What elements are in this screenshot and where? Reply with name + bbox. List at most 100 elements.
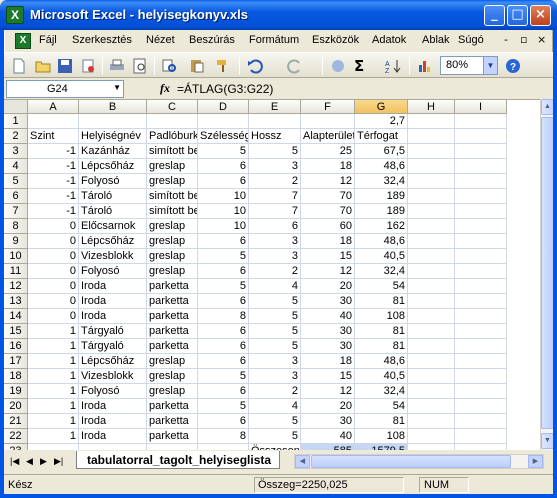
cell-e9[interactable]: 3 xyxy=(249,234,301,249)
row-header-9[interactable]: 9 xyxy=(4,234,28,249)
cell-d11[interactable]: 6 xyxy=(198,264,249,279)
cell-c3[interactable]: simított beton xyxy=(147,144,198,159)
select-all-corner[interactable] xyxy=(4,100,28,114)
cell-g13[interactable]: 81 xyxy=(355,294,408,309)
cell-h6[interactable] xyxy=(408,189,455,204)
column-header-i[interactable]: I xyxy=(455,100,507,114)
cell-i6[interactable] xyxy=(455,189,507,204)
cell-a12[interactable]: 0 xyxy=(28,279,79,294)
menu-format[interactable]: Formátum xyxy=(249,34,299,46)
cell-e1[interactable] xyxy=(249,114,301,129)
cell-g17[interactable]: 48,6 xyxy=(355,354,408,369)
cell-i23[interactable] xyxy=(455,444,507,450)
cell-b4[interactable]: Lépcsőház xyxy=(79,159,147,174)
cell-f13[interactable]: 30 xyxy=(301,294,355,309)
cell-g3[interactable]: 67,5 xyxy=(355,144,408,159)
cell-a8[interactable]: 0 xyxy=(28,219,79,234)
cell-d7[interactable]: 10 xyxy=(198,204,249,219)
cell-e6[interactable]: 7 xyxy=(249,189,301,204)
cell-f12[interactable]: 20 xyxy=(301,279,355,294)
cell-f19[interactable]: 12 xyxy=(301,384,355,399)
row-header-18[interactable]: 18 xyxy=(4,369,28,384)
cell-b18[interactable]: Vizesblokk xyxy=(79,369,147,384)
column-header-b[interactable]: B xyxy=(79,100,147,114)
cell-c18[interactable]: greslap xyxy=(147,369,198,384)
cell-h3[interactable] xyxy=(408,144,455,159)
cell-e20[interactable]: 4 xyxy=(249,399,301,414)
cell-c17[interactable]: greslap xyxy=(147,354,198,369)
cell-i5[interactable] xyxy=(455,174,507,189)
menu-window[interactable]: Ablak xyxy=(422,34,450,46)
cell-e2[interactable]: Hossz xyxy=(249,129,301,144)
cell-f2[interactable]: Alapterület xyxy=(301,129,355,144)
cell-g8[interactable]: 162 xyxy=(355,219,408,234)
column-header-d[interactable]: D xyxy=(198,100,249,114)
cell-h16[interactable] xyxy=(408,339,455,354)
cell-b10[interactable]: Vizesblokk xyxy=(79,249,147,264)
cell-g1[interactable]: 2,7 xyxy=(355,114,408,129)
cell-f17[interactable]: 18 xyxy=(301,354,355,369)
row-header-22[interactable]: 22 xyxy=(4,429,28,444)
cell-d17[interactable]: 6 xyxy=(198,354,249,369)
cell-c5[interactable]: greslap xyxy=(147,174,198,189)
cell-c10[interactable]: greslap xyxy=(147,249,198,264)
chevron-down-icon[interactable]: ▼ xyxy=(483,57,497,74)
cell-b2[interactable]: Helyiségnév xyxy=(79,129,147,144)
cell-d15[interactable]: 6 xyxy=(198,324,249,339)
autosum-icon[interactable]: Σ xyxy=(354,57,372,75)
cell-e3[interactable]: 5 xyxy=(249,144,301,159)
cell-a15[interactable]: 1 xyxy=(28,324,79,339)
cell-g7[interactable]: 189 xyxy=(355,204,408,219)
cell-a21[interactable]: 1 xyxy=(28,414,79,429)
row-header-10[interactable]: 10 xyxy=(4,249,28,264)
cell-g20[interactable]: 54 xyxy=(355,399,408,414)
cell-a6[interactable]: -1 xyxy=(28,189,79,204)
cell-g9[interactable]: 48,6 xyxy=(355,234,408,249)
cell-e17[interactable]: 3 xyxy=(249,354,301,369)
horizontal-scroll-thumb[interactable] xyxy=(311,455,511,468)
sort-ascending-icon[interactable]: AZ xyxy=(384,57,402,75)
undo-icon[interactable] xyxy=(246,57,264,75)
cell-d2[interactable]: Szélesség xyxy=(198,129,249,144)
redo-icon[interactable] xyxy=(286,57,304,75)
zoom-select[interactable]: 80% ▼ xyxy=(440,56,498,75)
cell-b14[interactable]: Iroda xyxy=(79,309,147,324)
cell-b13[interactable]: Iroda xyxy=(79,294,147,309)
cell-g14[interactable]: 108 xyxy=(355,309,408,324)
menu-tools[interactable]: Eszközök xyxy=(312,34,359,46)
cell-e19[interactable]: 2 xyxy=(249,384,301,399)
research-icon[interactable] xyxy=(160,57,178,75)
cell-g12[interactable]: 54 xyxy=(355,279,408,294)
cell-i8[interactable] xyxy=(455,219,507,234)
worksheet-grid[interactable]: ABCDEFGHI12,72SzintHelyiségnévPadlóburko… xyxy=(4,99,540,450)
cell-c6[interactable]: simított beton xyxy=(147,189,198,204)
cell-c14[interactable]: parketta xyxy=(147,309,198,324)
cell-c9[interactable]: greslap xyxy=(147,234,198,249)
cell-a19[interactable]: 1 xyxy=(28,384,79,399)
cell-d3[interactable]: 5 xyxy=(198,144,249,159)
cell-e15[interactable]: 5 xyxy=(249,324,301,339)
cell-a18[interactable]: 1 xyxy=(28,369,79,384)
cell-g10[interactable]: 40,5 xyxy=(355,249,408,264)
format-painter-icon[interactable] xyxy=(214,57,232,75)
cell-h1[interactable] xyxy=(408,114,455,129)
doc-minimize-button[interactable]: - xyxy=(504,33,508,46)
cell-e13[interactable]: 5 xyxy=(249,294,301,309)
cell-h7[interactable] xyxy=(408,204,455,219)
formula-input[interactable]: =ÁTLAG(G3:G22) xyxy=(177,82,273,96)
cell-d6[interactable]: 10 xyxy=(198,189,249,204)
row-header-23[interactable]: 23 xyxy=(4,444,28,450)
cell-i19[interactable] xyxy=(455,384,507,399)
cell-c16[interactable]: parketta xyxy=(147,339,198,354)
cell-c22[interactable]: parketta xyxy=(147,429,198,444)
cell-e8[interactable]: 6 xyxy=(249,219,301,234)
row-header-8[interactable]: 8 xyxy=(4,219,28,234)
cell-e7[interactable]: 7 xyxy=(249,204,301,219)
cell-b19[interactable]: Folyosó xyxy=(79,384,147,399)
column-header-h[interactable]: H xyxy=(408,100,455,114)
cell-b22[interactable]: Iroda xyxy=(79,429,147,444)
cell-f11[interactable]: 12 xyxy=(301,264,355,279)
cell-g19[interactable]: 32,4 xyxy=(355,384,408,399)
cell-c23[interactable] xyxy=(147,444,198,450)
cell-i15[interactable] xyxy=(455,324,507,339)
